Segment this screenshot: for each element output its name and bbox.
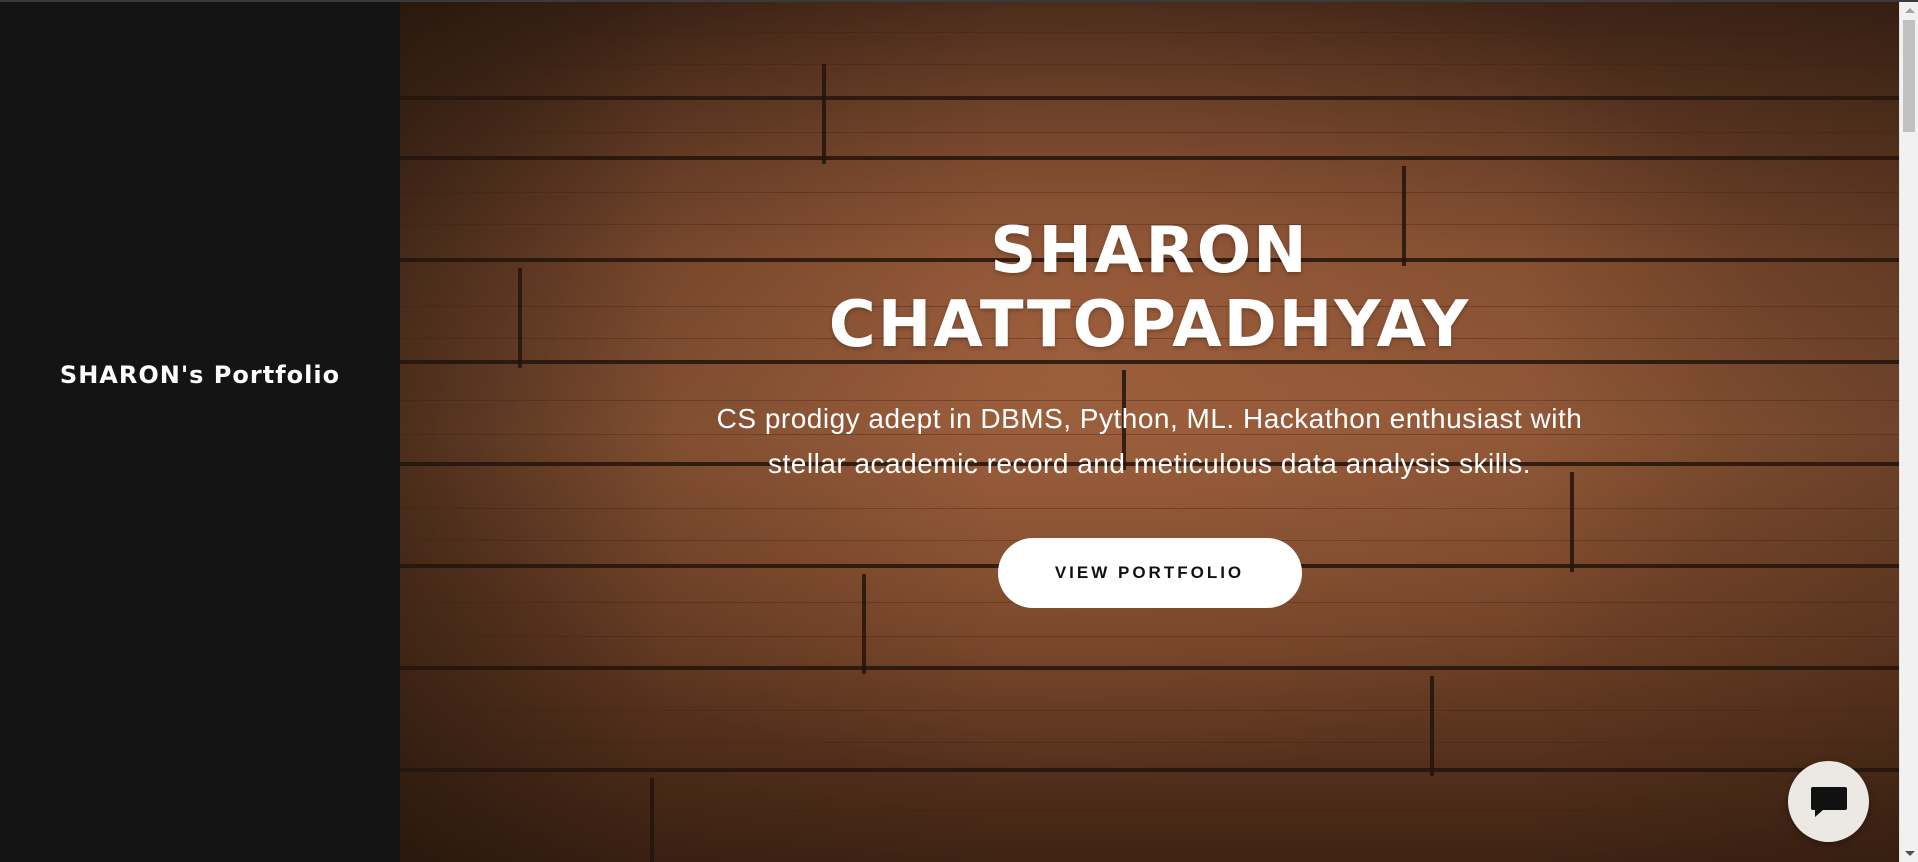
hero-tagline: CS prodigy adept in DBMS, Python, ML. Ha…	[716, 403, 1583, 479]
hero-section: SHARON CHATTOPADHYAY CS prodigy adept in…	[400, 2, 1899, 862]
scroll-thumb[interactable]	[1903, 20, 1915, 132]
chat-bubble-icon	[1810, 786, 1847, 817]
chat-button[interactable]	[1788, 761, 1869, 842]
scroll-down-icon[interactable]	[1905, 851, 1915, 856]
hero-name-heading: SHARON CHATTOPADHYAY	[828, 214, 1471, 362]
site-title[interactable]: SHARON's Portfolio	[60, 361, 340, 389]
hero-content: SHARON CHATTOPADHYAY CS prodigy adept in…	[400, 2, 1899, 862]
view-portfolio-button[interactable]: VIEW PORTFOLIO	[997, 538, 1302, 608]
sidebar: SHARON's Portfolio	[0, 2, 400, 862]
vertical-scrollbar[interactable]	[1899, 2, 1918, 862]
scroll-up-icon[interactable]	[1905, 8, 1915, 13]
